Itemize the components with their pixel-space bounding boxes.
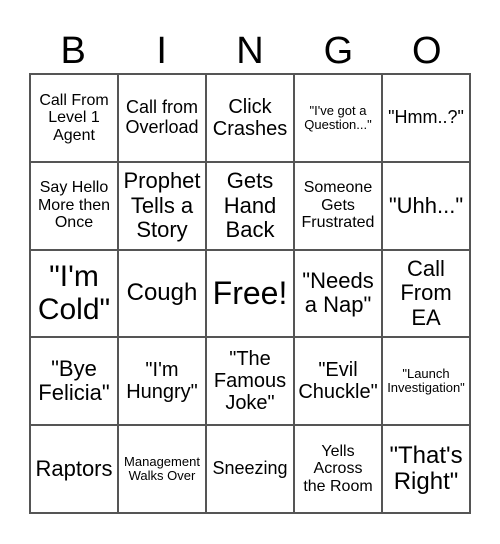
bingo-cell[interactable]: "Needs a Nap" [294, 249, 382, 338]
bingo-cell[interactable]: Call From EA [382, 249, 470, 338]
bingo-cell[interactable]: "I'm Cold" [30, 249, 118, 338]
bingo-cell[interactable]: "I'm Hungry" [118, 337, 206, 426]
header-letter-b: B [60, 30, 86, 72]
header-letter-g: G [323, 30, 354, 72]
bingo-cell[interactable]: "The Famous Joke" [206, 337, 294, 426]
bingo-cell[interactable]: "Hmm..?" [382, 74, 470, 162]
bingo-cell[interactable]: Someone Gets Frustrated [294, 161, 382, 250]
bingo-header: B I N G O [29, 30, 471, 72]
bingo-cell[interactable]: Click Crashes [206, 74, 294, 162]
header-letter-n: N [236, 30, 264, 72]
bingo-cell[interactable]: "Bye Felicia" [30, 337, 118, 426]
bingo-cell[interactable]: Management Walks Over [118, 425, 206, 513]
bingo-cell[interactable]: Call from Overload [118, 74, 206, 162]
bingo-cell[interactable]: "Evil Chuckle" [294, 337, 382, 426]
bingo-cell[interactable]: Sneezing [206, 425, 294, 513]
bingo-cell[interactable]: Raptors [30, 425, 118, 513]
bingo-cell[interactable]: "Launch Investigation" [382, 337, 470, 426]
bingo-cell[interactable]: Gets Hand Back [206, 161, 294, 250]
bingo-cell-free[interactable]: Free! [206, 249, 294, 338]
header-letter-i: I [156, 30, 167, 72]
bingo-cell[interactable]: "I've got a Question..." [294, 74, 382, 162]
bingo-cell[interactable]: Yells Across the Room [294, 425, 382, 513]
bingo-cell[interactable]: "Uhh..." [382, 161, 470, 250]
bingo-cell[interactable]: Cough [118, 249, 206, 338]
bingo-cell[interactable]: "That's Right" [382, 425, 470, 513]
header-letter-o: O [412, 30, 442, 72]
bingo-grid: Call From Level 1 Agent Call from Overlo… [29, 73, 471, 514]
bingo-cell[interactable]: Call From Level 1 Agent [30, 74, 118, 162]
bingo-cell[interactable]: Prophet Tells a Story [118, 161, 206, 250]
bingo-cell[interactable]: Say Hello More then Once [30, 161, 118, 250]
